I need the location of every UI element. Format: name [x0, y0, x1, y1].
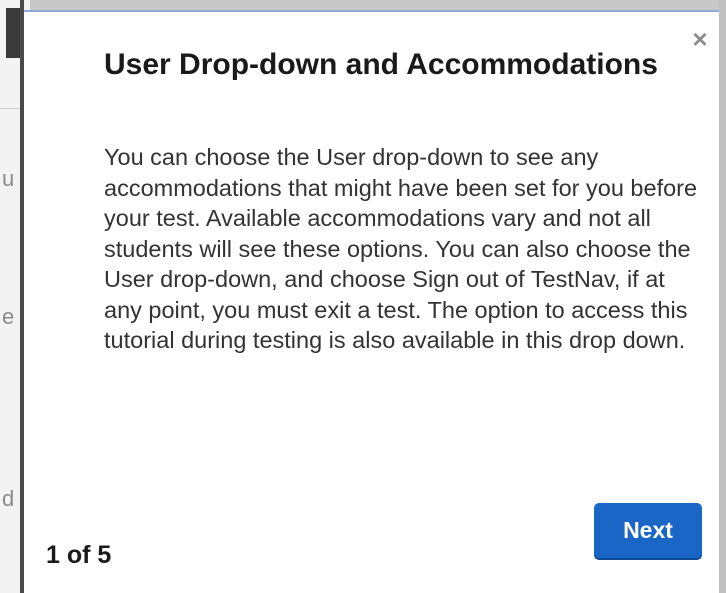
- next-button[interactable]: Next: [594, 503, 702, 558]
- step-counter: 1 of 5: [46, 541, 112, 569]
- tutorial-dialog: × User Drop-down and Accommodations You …: [24, 10, 719, 593]
- close-icon[interactable]: ×: [689, 26, 711, 52]
- screen: u e d × User Drop-down and Accommodation…: [0, 0, 726, 593]
- dialog-title: User Drop-down and Accommodations: [104, 48, 658, 81]
- overlay-edge-right: [719, 0, 726, 593]
- dialog-body: You can choose the User drop-down to see…: [104, 144, 698, 353]
- background-text-fragment: u: [2, 166, 15, 191]
- background-text-fragment: e: [2, 304, 15, 329]
- background-toolbar: [6, 8, 20, 58]
- background-text-fragment: d: [2, 486, 15, 511]
